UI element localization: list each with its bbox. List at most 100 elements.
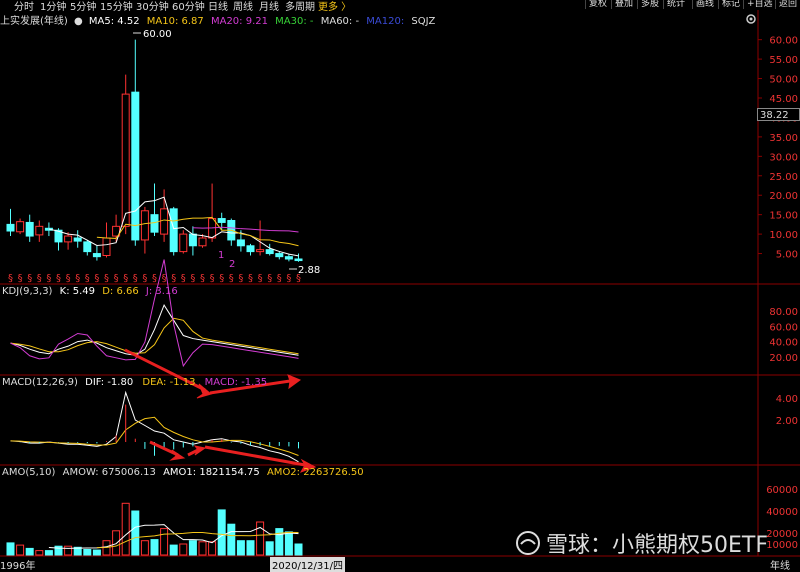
current-price-box: 38.22 — [757, 108, 800, 121]
candle-body — [275, 253, 284, 258]
signal-mark: § — [94, 273, 99, 284]
signal-mark: § — [238, 273, 243, 284]
wave-mark-1: 1 — [218, 250, 224, 261]
adjust-button[interactable]: 复权 — [585, 0, 610, 9]
signal-mark: § — [75, 273, 80, 284]
macd-tick-label: 4.00 — [776, 394, 798, 405]
candle-body — [25, 221, 34, 237]
date-end: 2020/12/31/四 — [270, 557, 346, 572]
signal-mark: § — [181, 273, 186, 284]
macd-group — [10, 390, 299, 463]
amo-tick-label: 40000 — [766, 507, 798, 518]
wave-mark-2: 2 — [229, 259, 235, 270]
amo-bar — [25, 547, 34, 556]
candle-body — [140, 210, 149, 241]
signal-mark: § — [104, 273, 109, 284]
candle-body — [121, 93, 130, 227]
main-panel-title-row: 上实发展(年线) ● MA5: 4.52 MA10: 6.87 MA20: 9.… — [0, 12, 435, 27]
amo-bar — [16, 544, 25, 556]
amo-title: AMO(5,10) — [2, 467, 56, 478]
macd-dif: DIF: -1.80 — [85, 377, 134, 388]
amo-bar — [188, 540, 197, 556]
signal-mark: § — [267, 273, 272, 284]
ma10-label: MA10: 6.87 — [146, 16, 204, 27]
candle-body — [265, 249, 274, 255]
ma60-label: MA60: - — [320, 16, 360, 27]
high-label: 60.00 — [143, 29, 172, 40]
mark-button[interactable]: 标记 — [718, 0, 743, 9]
amo-bar — [294, 543, 303, 556]
amo-bar — [265, 541, 274, 556]
amo-bar — [169, 544, 178, 556]
back-button[interactable]: 返回 — [775, 0, 800, 9]
signal-mark: § — [37, 273, 42, 284]
amo-group — [6, 502, 303, 556]
gear-icon[interactable] — [745, 13, 757, 25]
stock-title: 上实发展(年线) — [0, 16, 68, 27]
overlay-button[interactable]: 叠加 — [611, 0, 636, 9]
high-annotation: 60.00 — [133, 29, 172, 40]
amo-tick-label: 20000 — [766, 529, 798, 540]
y-tick-label: 20.00 — [769, 191, 798, 202]
signal-mark: § — [248, 273, 253, 284]
candle-body — [64, 235, 73, 243]
amo-bar — [217, 509, 226, 556]
amo-bar — [112, 530, 121, 556]
stock-chart: 60.0055.0050.0045.0040.0035.0030.0025.00… — [0, 10, 800, 557]
kdj-tick-label: 60.00 — [769, 322, 798, 333]
amo-bar — [6, 542, 15, 556]
amo-bar — [227, 523, 236, 556]
y-tick-label: 45.00 — [769, 94, 798, 105]
signal-mark: § — [18, 273, 23, 284]
amo-bar — [35, 550, 44, 556]
amo-bar — [198, 541, 207, 556]
watermark-text: 雪球：小熊期权50ETF — [546, 533, 768, 558]
candle-body — [246, 245, 255, 253]
add-watchlist-button[interactable]: +自选 — [743, 0, 776, 9]
candle-body — [236, 239, 245, 247]
signal-mark: § — [152, 273, 157, 284]
draw-line-button[interactable]: 画线 — [692, 0, 717, 9]
ma30-label: MA30: - — [275, 16, 314, 27]
signal-mark: § — [142, 273, 147, 284]
candle-body — [179, 233, 188, 253]
candle-body — [92, 253, 101, 258]
trend-arrows — [124, 348, 317, 473]
amo-bar — [92, 549, 101, 556]
kdj-k-line — [10, 304, 299, 356]
amo-bar — [83, 549, 92, 556]
signal-mark: § — [229, 273, 234, 284]
amo-bar — [150, 539, 159, 556]
stats-button[interactable]: 统计 — [663, 0, 688, 9]
sqjz-label: SQJZ — [411, 16, 436, 27]
amo-bar — [121, 502, 130, 556]
amo-tick-label: 10000 — [766, 540, 798, 551]
amo-title-row: AMO(5,10) AMOW: 675006.13 AMO1: 1821154.… — [2, 467, 364, 478]
macd-tick-label: 2.00 — [776, 416, 798, 427]
signal-mark: § — [133, 273, 138, 284]
y-tick-label: 35.00 — [769, 133, 798, 144]
ma120-label: MA120: — [366, 16, 408, 27]
macd-title: MACD(12,26,9) — [2, 377, 78, 388]
amo-bar — [131, 510, 140, 556]
candle-body — [188, 233, 197, 247]
amo-amow: AMOW: 675006.13 — [62, 467, 156, 478]
y-tick-label: 30.00 — [769, 152, 798, 163]
candle-body — [73, 237, 82, 242]
signal-mark: § — [8, 273, 13, 284]
candle-body — [131, 91, 140, 241]
candle-body — [102, 237, 111, 256]
signal-mark: § — [85, 273, 90, 284]
signal-mark: § — [200, 273, 205, 284]
amo-bar — [236, 540, 245, 556]
signal-mark: § — [286, 273, 291, 284]
candle-body — [160, 208, 169, 235]
signal-mark: § — [210, 273, 215, 284]
multi-stock-button[interactable]: 多股 — [637, 0, 662, 9]
candle-body — [217, 218, 226, 223]
collapse-icon[interactable]: ● — [74, 16, 83, 27]
period-label: 年线 — [770, 561, 790, 572]
signal-mark: § — [46, 273, 51, 284]
period-toolbar: 分时 1分钟 5分钟 15分钟 30分钟 60分钟 日线 周线 月线 多周期 更… — [0, 0, 800, 13]
amo-amo1: AMO1: 1821154.75 — [163, 467, 260, 478]
